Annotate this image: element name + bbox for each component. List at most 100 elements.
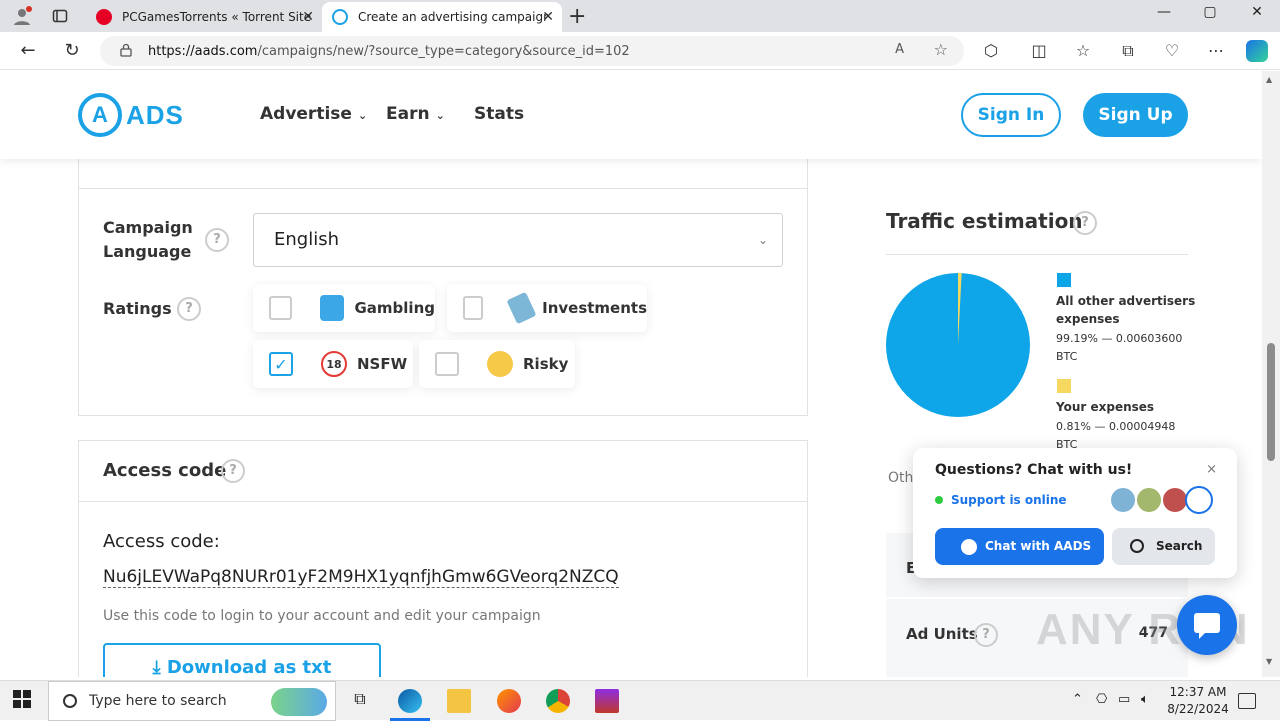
browser-tab-bar: PCGamesTorrents « Torrent Site f ✕ Creat… xyxy=(0,0,1280,32)
page-scrollbar[interactable]: ▲ ▼ xyxy=(1262,71,1280,677)
checkbox-checked[interactable]: ✓ xyxy=(269,352,293,376)
support-status: Support is online xyxy=(935,493,1067,507)
nav-stats[interactable]: Stats xyxy=(474,104,524,124)
network-icon[interactable]: ▭ xyxy=(1118,692,1130,707)
copilot-icon[interactable] xyxy=(1246,40,1268,62)
minimize-button[interactable]: — xyxy=(1141,4,1187,20)
favorites-icon[interactable]: ☆ xyxy=(1072,40,1094,62)
rating-label: Investments xyxy=(542,299,647,317)
browser-essentials-icon[interactable]: ♡ xyxy=(1161,40,1183,62)
url-field[interactable]: https://aads.com/campaigns/new/?source_t… xyxy=(100,36,964,66)
logo-text: ADS xyxy=(126,99,184,130)
help-icon[interactable]: ? xyxy=(974,623,998,647)
chrome-icon[interactable] xyxy=(546,689,570,713)
tab-actions-icon[interactable] xyxy=(48,4,72,28)
search-icon xyxy=(63,694,77,708)
windows-start-icon[interactable] xyxy=(12,689,36,713)
scroll-thumb[interactable] xyxy=(1267,343,1275,461)
eighteen-plus-icon: 18 xyxy=(321,351,347,377)
firefox-icon[interactable] xyxy=(497,689,521,713)
rating-risky[interactable]: Risky xyxy=(419,340,575,388)
tab-create-campaign[interactable]: Create an advertising campaign | ✕ xyxy=(322,2,562,32)
rating-gambling[interactable]: Gambling xyxy=(253,284,435,332)
taskbar-search-input[interactable]: Type here to search xyxy=(48,681,336,721)
help-icon[interactable]: ? xyxy=(221,459,245,483)
winrar-icon[interactable] xyxy=(595,689,619,713)
rating-investments[interactable]: Investments xyxy=(447,284,647,332)
tray-meet-icon[interactable]: ⎔ xyxy=(1096,692,1107,707)
divider xyxy=(79,188,807,189)
logo-mark: A xyxy=(78,93,122,137)
divider xyxy=(886,254,1188,255)
checkbox[interactable] xyxy=(435,352,459,376)
nav-earn[interactable]: Earn ⌄ xyxy=(386,104,445,124)
chevron-down-icon: ⌄ xyxy=(435,109,445,122)
chat-question: Questions? Chat with us! xyxy=(935,462,1133,478)
help-icon[interactable]: ? xyxy=(205,228,229,252)
split-screen-icon[interactable]: ◫ xyxy=(1028,40,1050,62)
close-tab-icon[interactable]: ✕ xyxy=(302,9,314,25)
page-viewport: Campaign Language ? English ⌄ Ratings ? … xyxy=(0,71,1262,677)
new-tab-button[interactable]: + xyxy=(568,4,586,29)
money-icon xyxy=(506,291,537,325)
pinterest-icon xyxy=(96,9,112,25)
favorite-star-icon[interactable]: ☆ xyxy=(934,40,948,59)
maximize-button[interactable]: ▢ xyxy=(1187,4,1233,20)
chat-search-button[interactable]: Search xyxy=(1112,528,1215,565)
chat-close-icon[interactable]: × xyxy=(1206,462,1217,477)
rating-label: NSFW xyxy=(357,355,408,373)
rating-nsfw[interactable]: ✓ 18 NSFW xyxy=(253,340,413,388)
rating-label: Risky xyxy=(523,355,569,373)
checkbox[interactable] xyxy=(269,296,292,320)
edge-browser-icon[interactable] xyxy=(398,689,422,713)
search-highlight-icon xyxy=(271,688,327,716)
help-icon[interactable]: ? xyxy=(177,297,201,321)
help-icon[interactable]: ? xyxy=(1073,211,1097,235)
address-toolbar: ← ↻ https://aads.com/campaigns/new/?sour… xyxy=(0,32,1280,70)
scroll-up-icon[interactable]: ▲ xyxy=(1266,75,1272,84)
legend-swatch-other xyxy=(1057,273,1071,287)
chevron-down-icon: ⌄ xyxy=(757,233,768,247)
nav-advertise[interactable]: Advertise ⌄ xyxy=(260,104,367,124)
taskbar-clock[interactable]: 12:37 AM 8/22/2024 xyxy=(1160,684,1236,718)
file-explorer-icon[interactable] xyxy=(447,689,471,713)
chat-with-aads-button[interactable]: Chat with AADS xyxy=(935,528,1104,565)
refresh-icon[interactable]: ↻ xyxy=(60,39,84,63)
tray-chevron-icon[interactable]: ⌃ xyxy=(1072,692,1083,707)
sign-up-button[interactable]: Sign Up xyxy=(1083,93,1188,137)
sign-in-button[interactable]: Sign In xyxy=(961,93,1061,137)
task-view-icon[interactable]: ⧉ xyxy=(348,689,372,713)
download-label: Download as txt xyxy=(166,657,332,677)
aads-logo[interactable]: A ADS xyxy=(78,93,184,137)
close-tab-icon[interactable]: ✕ xyxy=(542,9,554,25)
online-dot-icon xyxy=(935,496,943,504)
divider xyxy=(79,501,807,502)
extensions-icon[interactable]: ⬡ xyxy=(980,40,1002,62)
ratings-label: Ratings xyxy=(103,299,172,318)
download-txt-button[interactable]: ⤓ Download as txt xyxy=(103,643,381,677)
dice-icon xyxy=(319,295,345,321)
profile-icon[interactable] xyxy=(10,4,34,28)
notifications-icon[interactable] xyxy=(1238,693,1256,709)
chat-launcher-button[interactable] xyxy=(1177,595,1237,655)
windows-taskbar: Type here to search ⧉ ⌃ ⎔ ▭ 🔈︎ 12:37 AM … xyxy=(0,680,1280,721)
ad-units-label: Ad Units xyxy=(906,625,978,643)
checkbox[interactable] xyxy=(463,296,484,320)
close-window-button[interactable]: ✕ xyxy=(1234,4,1280,20)
chat-icon xyxy=(1194,613,1220,639)
collections-icon[interactable]: ⧉ xyxy=(1117,40,1139,62)
back-arrow-icon[interactable]: ← xyxy=(16,39,40,63)
thinking-face-icon xyxy=(487,351,513,377)
site-header: A ADS Advertise ⌄ Earn ⌄ Stats Sign In Sig… xyxy=(0,71,1262,159)
tab-pcgamestorrents[interactable]: PCGamesTorrents « Torrent Site f ✕ xyxy=(86,2,322,32)
read-aloud-icon[interactable]: A xyxy=(895,42,904,57)
more-menu-icon[interactable]: ⋯ xyxy=(1205,40,1227,62)
traffic-pie-chart xyxy=(886,273,1030,417)
tab-title: PCGamesTorrents « Torrent Site f xyxy=(122,10,312,24)
traffic-estimation-title: Traffic estimation xyxy=(886,209,1083,233)
rating-label: Gambling xyxy=(354,299,435,317)
access-code-value[interactable]: Nu6jLEVWaPq8NURr01yF2M9HX1yqnfjhGmw6GVeo… xyxy=(103,567,619,588)
scroll-down-icon[interactable]: ▼ xyxy=(1266,657,1272,666)
volume-icon[interactable]: 🔈︎ xyxy=(1141,692,1149,707)
campaign-language-select[interactable]: English ⌄ xyxy=(253,213,783,267)
